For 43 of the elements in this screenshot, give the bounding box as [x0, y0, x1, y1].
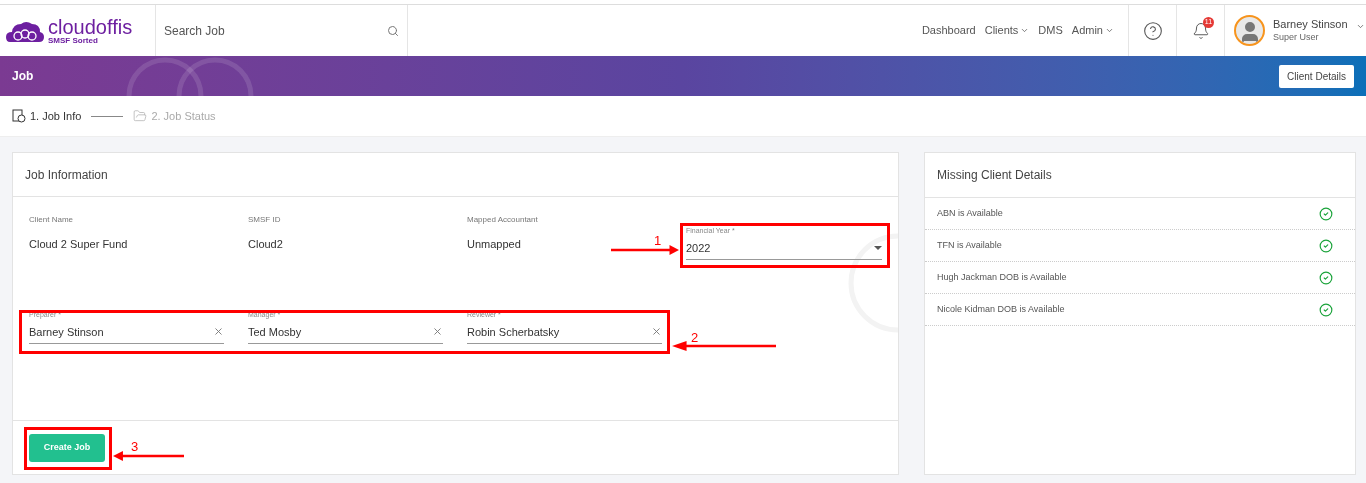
client-details-button[interactable]: Client Details — [1279, 64, 1354, 88]
clear-icon[interactable] — [432, 326, 443, 338]
annotation-number: 1 — [654, 234, 662, 247]
arrow — [113, 451, 184, 461]
field-value: Cloud 2 Super Fund — [29, 237, 128, 252]
card-title: Job Information — [25, 166, 108, 184]
field-label: Client Name — [29, 214, 73, 226]
help-icon[interactable] — [1142, 20, 1163, 41]
field-label: Mapped Accountant — [467, 214, 538, 226]
field-value: Cloud2 — [248, 237, 283, 252]
document-icon — [12, 109, 26, 123]
detail-status-text: TFN is Available — [937, 238, 1002, 252]
arrow — [611, 245, 679, 255]
cloud-logo-icon — [6, 19, 44, 42]
search-icon — [387, 24, 399, 37]
detail-status-text: ABN is Available — [937, 206, 1003, 220]
chevron-icon — [1105, 26, 1114, 35]
clear-icon[interactable] — [213, 326, 224, 338]
nav-link[interactable]: Dashboard — [921, 22, 976, 39]
bell-icon[interactable] — [1191, 21, 1210, 40]
detail-status-text: Hugh Jackman DOB is Available — [937, 270, 1067, 284]
step-tab[interactable]: 1. Job Info — [12, 107, 82, 125]
logo-tagline: SMSF Sorted — [48, 36, 99, 45]
card-title: Missing Client Details — [937, 167, 1052, 184]
field-label: SMSF ID — [248, 214, 281, 226]
logo-name: cloudoffis — [48, 16, 133, 37]
nav-link[interactable]: DMS — [1038, 22, 1063, 39]
avatar[interactable] — [1234, 15, 1265, 46]
annotation-number: 2 — [691, 331, 699, 344]
search-field[interactable]: Search Job — [164, 21, 387, 40]
chevron-icon[interactable] — [1355, 22, 1365, 31]
folder-icon — [133, 109, 148, 123]
clear-icon[interactable] — [651, 326, 662, 338]
nav-link[interactable]: Admin — [1071, 22, 1114, 39]
field-value: Unmapped — [467, 237, 521, 252]
user-name: Barney Stinson — [1273, 18, 1348, 32]
nav-link[interactable]: Clients — [984, 22, 1030, 39]
page-title: Job — [12, 68, 34, 85]
user-role: Super User — [1273, 31, 1320, 43]
annotation-number: 3 — [131, 440, 139, 453]
dropdown-caret-icon — [874, 245, 882, 250]
chevron-icon — [1020, 26, 1030, 35]
detail-status-text: Nicole Kidman DOB is Available — [937, 302, 1065, 316]
